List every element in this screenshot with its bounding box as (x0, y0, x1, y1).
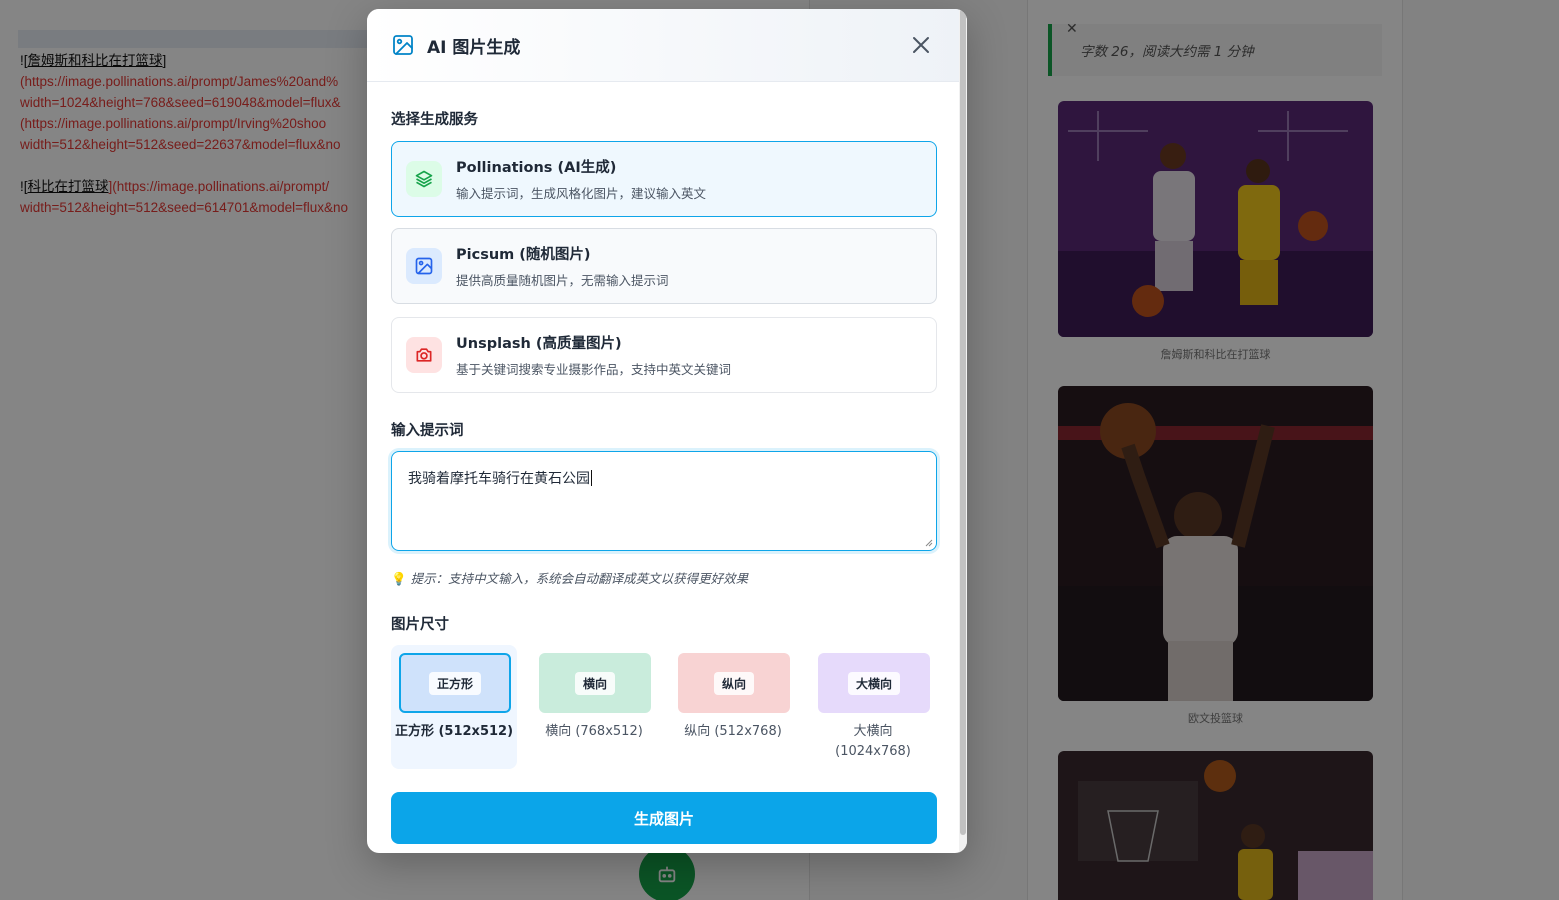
size-option-square[interactable]: 正方形 正方形 (512x512) (391, 645, 517, 769)
modal-header: AI 图片生成 (367, 9, 967, 82)
service-name: Picsum (随机图片) (456, 247, 591, 263)
size-caption: 正方形 (512x512) (394, 724, 514, 739)
size-section-label: 图片尺寸 (391, 617, 449, 633)
size-caption: 横向 (768x512) (545, 724, 643, 739)
size-swatch: 正方形 (399, 653, 511, 713)
size-swatch: 大横向 (818, 653, 930, 713)
modal-scrollbar[interactable] (959, 9, 967, 853)
service-desc: 提供高质量随机图片，无需输入提示词 (456, 273, 669, 288)
size-option-large-landscape[interactable]: 大横向 大横向 (1024x768) (810, 645, 936, 769)
scrollbar-thumb[interactable] (960, 9, 966, 835)
resize-handle-icon[interactable] (925, 539, 933, 547)
camera-icon (406, 337, 442, 373)
modal-title: AI 图片生成 (427, 37, 521, 58)
layers-icon (406, 161, 442, 197)
size-swatch: 纵向 (678, 653, 790, 713)
prompt-text: 我骑着摩托车骑行在黄石公园 (408, 471, 590, 487)
lightbulb-icon: 💡 (391, 571, 407, 586)
size-caption: 大横向 (1024x768) (835, 724, 911, 759)
prompt-textarea[interactable]: 我骑着摩托车骑行在黄石公园 (391, 451, 937, 551)
service-desc: 输入提示词，生成风格化图片，建议输入英文 (456, 186, 707, 201)
prompt-hint: 💡 提示：支持中文输入，系统会自动翻译成英文以获得更好效果 (391, 571, 749, 586)
prompt-section-label: 输入提示词 (391, 423, 464, 439)
close-button[interactable] (909, 33, 933, 57)
service-option-pollinations[interactable]: Pollinations (AI生成) 输入提示词，生成风格化图片，建议输入英文 (391, 141, 937, 217)
service-section-label: 选择生成服务 (391, 112, 478, 128)
size-option-portrait[interactable]: 纵向 纵向 (512x768) (670, 645, 796, 769)
generate-button[interactable]: 生成图片 (391, 792, 937, 844)
service-option-unsplash[interactable]: Unsplash (高质量图片) 基于关键词搜索专业摄影作品，支持中英文关键词 (391, 317, 937, 393)
service-option-picsum[interactable]: Picsum (随机图片) 提供高质量随机图片，无需输入提示词 (391, 228, 937, 304)
text-caret (591, 470, 592, 486)
size-option-landscape[interactable]: 横向 横向 (768x512) (531, 645, 657, 769)
image-icon (406, 248, 442, 284)
service-name: Pollinations (AI生成) (456, 160, 617, 176)
service-desc: 基于关键词搜索专业摄影作品，支持中英文关键词 (456, 362, 732, 377)
service-name: Unsplash (高质量图片) (456, 336, 622, 352)
image-icon (393, 35, 413, 55)
size-caption: 纵向 (512x768) (684, 724, 782, 739)
close-icon (913, 37, 929, 53)
ai-image-modal: AI 图片生成 选择生成服务 Pollinations (AI生成) 输入提示词… (367, 9, 967, 853)
size-swatch: 横向 (539, 653, 651, 713)
